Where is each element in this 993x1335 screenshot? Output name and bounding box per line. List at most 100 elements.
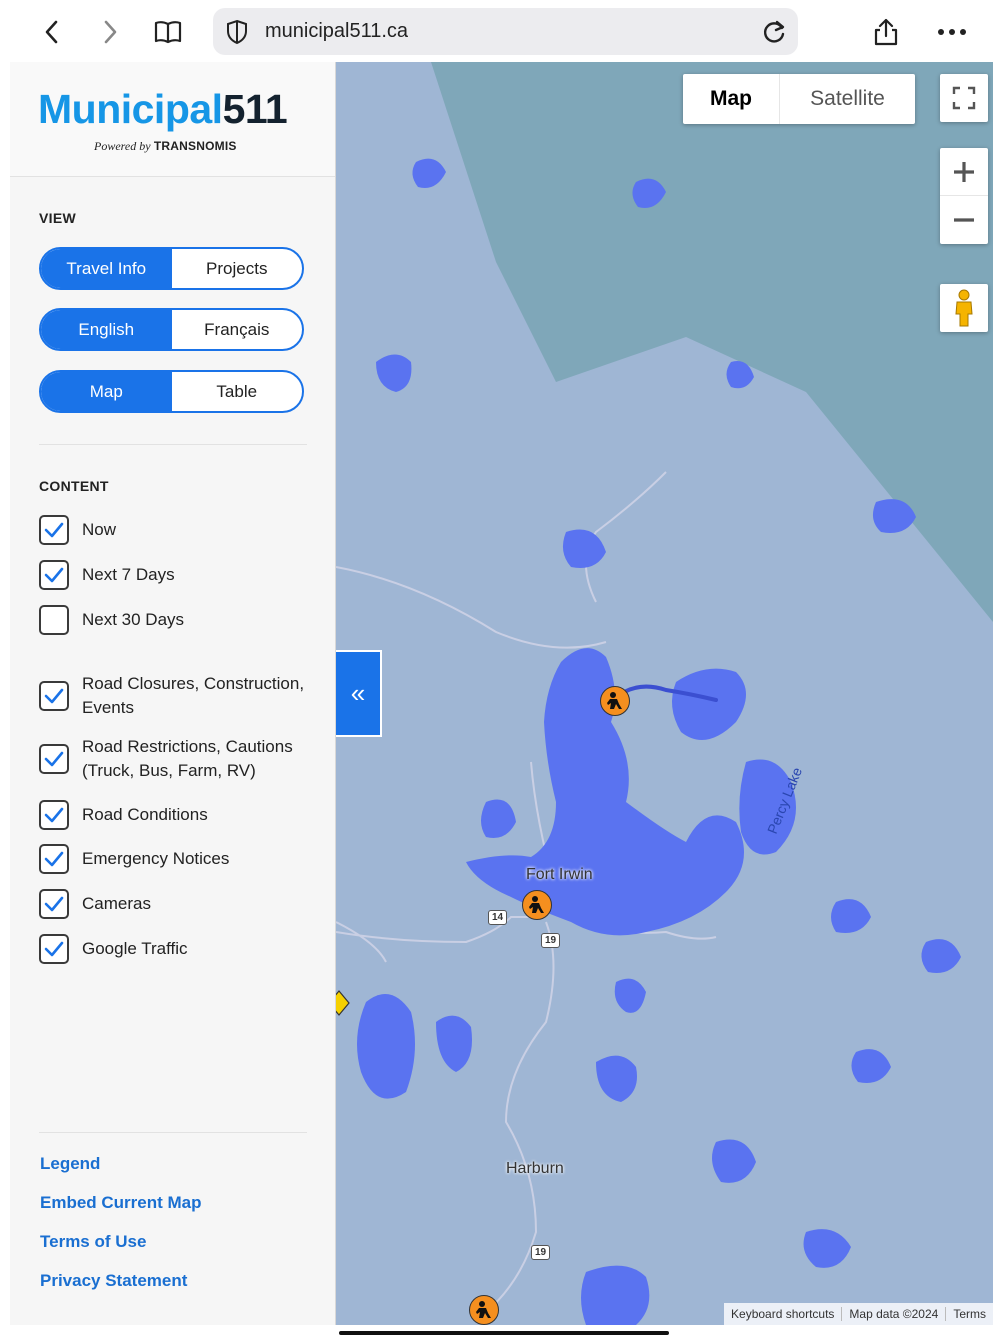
table-view-option[interactable]: Table <box>172 372 303 411</box>
fullscreen-button[interactable] <box>940 74 988 122</box>
checkbox-checked[interactable] <box>39 889 69 919</box>
map-terms-link[interactable]: Terms <box>946 1307 993 1321</box>
collapse-sidebar-button[interactable]: « <box>336 650 382 737</box>
checkbox-checked[interactable] <box>39 844 69 874</box>
keyboard-shortcuts-link[interactable]: Keyboard shortcuts <box>724 1307 843 1321</box>
filter-label: Next 30 Days <box>82 610 185 629</box>
site-logo[interactable]: Municipal511 <box>38 86 288 133</box>
plus-icon <box>954 161 974 182</box>
layer-google-traffic[interactable]: Google Traffic <box>39 934 312 964</box>
map-data-credit: Map data ©2024 <box>842 1307 947 1321</box>
double-chevron-left-icon: « <box>350 678 366 708</box>
browser-toolbar: municipal511.ca <box>10 0 993 62</box>
brand-name: TRANSNOMIS <box>153 139 237 153</box>
french-option[interactable]: Français <box>172 310 303 349</box>
checkbox-checked[interactable] <box>39 560 69 590</box>
logo-area: Municipal511 Powered by TRANSNOMIS <box>10 62 335 177</box>
pegman-icon <box>955 289 973 327</box>
checkmark-icon <box>44 807 64 823</box>
layer-label: Road Restrictions, Cautions (Truck, Bus,… <box>82 737 293 780</box>
back-button[interactable] <box>34 14 70 50</box>
checkbox-unchecked[interactable] <box>39 605 69 635</box>
checkmark-icon <box>44 688 64 704</box>
route-shield: 19 <box>531 1245 550 1260</box>
forward-button[interactable] <box>92 14 128 50</box>
sidebar: Municipal511 Powered by TRANSNOMIS VIEW … <box>10 62 336 1325</box>
mode-toggle: Travel Info Projects <box>39 247 304 290</box>
chevron-left-icon <box>45 20 58 44</box>
map-type-map[interactable]: Map <box>683 74 780 124</box>
legend-link[interactable]: Legend <box>40 1154 100 1174</box>
construction-worker-icon <box>476 1301 491 1318</box>
url-text: municipal511.ca <box>265 20 409 42</box>
travel-info-option[interactable]: Travel Info <box>41 249 172 288</box>
divider <box>39 1132 307 1133</box>
layer-label: Emergency Notices <box>82 849 230 868</box>
filter-label: Now <box>82 520 117 539</box>
checkbox-checked[interactable] <box>39 744 69 774</box>
content-heading: CONTENT <box>39 478 109 494</box>
filter-next-7-days[interactable]: Next 7 Days <box>39 560 312 590</box>
layer-label: Cameras <box>82 894 151 913</box>
logo-number: 511 <box>222 86 288 132</box>
layer-road-restrictions[interactable]: Road Restrictions, Cautions (Truck, Bus,… <box>39 735 312 783</box>
map-attribution: Keyboard shortcuts Map data ©2024 Terms <box>724 1303 993 1325</box>
share-button[interactable] <box>868 14 904 50</box>
checkbox-checked[interactable] <box>39 934 69 964</box>
checkmark-icon <box>44 522 64 538</box>
construction-marker[interactable] <box>600 686 630 716</box>
zoom-control <box>940 148 988 244</box>
map-type-satellite[interactable]: Satellite <box>780 74 915 124</box>
place-label-fort-irwin: Fort Irwin <box>526 866 593 883</box>
terms-of-use-link[interactable]: Terms of Use <box>40 1232 146 1252</box>
home-indicator <box>339 1331 669 1335</box>
privacy-statement-link[interactable]: Privacy Statement <box>40 1271 187 1291</box>
layer-label: Road Closures, Construction, Events <box>82 674 305 717</box>
more-button[interactable] <box>934 14 970 50</box>
english-option[interactable]: English <box>41 310 172 349</box>
checkbox-checked[interactable] <box>39 681 69 711</box>
construction-marker[interactable] <box>522 890 552 920</box>
checkbox-checked[interactable] <box>39 515 69 545</box>
checkmark-icon <box>44 851 64 867</box>
powered-by-text: Powered by <box>94 139 151 153</box>
share-icon <box>874 18 898 46</box>
caution-marker-icon[interactable] <box>336 990 350 1016</box>
projects-option[interactable]: Projects <box>172 249 303 288</box>
reload-icon[interactable] <box>760 18 788 46</box>
checkmark-icon <box>44 567 64 583</box>
filter-next-30-days[interactable]: Next 30 Days <box>39 605 312 635</box>
minus-icon <box>954 218 974 222</box>
powered-by: Powered by TRANSNOMIS <box>94 139 237 154</box>
zoom-out-button[interactable] <box>940 196 988 244</box>
checkbox-checked[interactable] <box>39 800 69 830</box>
filter-now[interactable]: Now <box>39 515 312 545</box>
ellipsis-icon <box>938 29 966 35</box>
embed-map-link[interactable]: Embed Current Map <box>40 1193 202 1213</box>
logo-name: Municipal <box>38 86 223 132</box>
checkmark-icon <box>44 896 64 912</box>
address-bar[interactable]: municipal511.ca <box>213 8 798 55</box>
bookmarks-button[interactable] <box>150 14 186 50</box>
route-shield: 19 <box>541 933 560 948</box>
construction-marker[interactable] <box>469 1295 499 1325</box>
street-view-button[interactable] <box>940 284 988 332</box>
view-heading: VIEW <box>39 210 76 226</box>
layer-cameras[interactable]: Cameras <box>39 889 312 919</box>
layer-road-conditions[interactable]: Road Conditions <box>39 800 312 830</box>
map-type-selector: Map Satellite <box>683 74 915 124</box>
map-canvas[interactable]: Map Satellite « Fort Irwin Harburn Percy… <box>336 62 993 1325</box>
language-toggle: English Français <box>39 308 304 351</box>
book-icon <box>154 21 182 44</box>
layer-emergency-notices[interactable]: Emergency Notices <box>39 844 312 874</box>
construction-worker-icon <box>607 692 622 709</box>
place-label-harburn: Harburn <box>506 1160 564 1177</box>
checkmark-icon <box>44 941 64 957</box>
fullscreen-icon <box>952 86 976 110</box>
layer-road-closures[interactable]: Road Closures, Construction, Events <box>39 672 312 720</box>
filter-label: Next 7 Days <box>82 565 175 584</box>
map-view-option[interactable]: Map <box>41 372 172 411</box>
zoom-in-button[interactable] <box>940 148 988 196</box>
layer-label: Road Conditions <box>82 805 208 824</box>
layer-label: Google Traffic <box>82 939 188 958</box>
